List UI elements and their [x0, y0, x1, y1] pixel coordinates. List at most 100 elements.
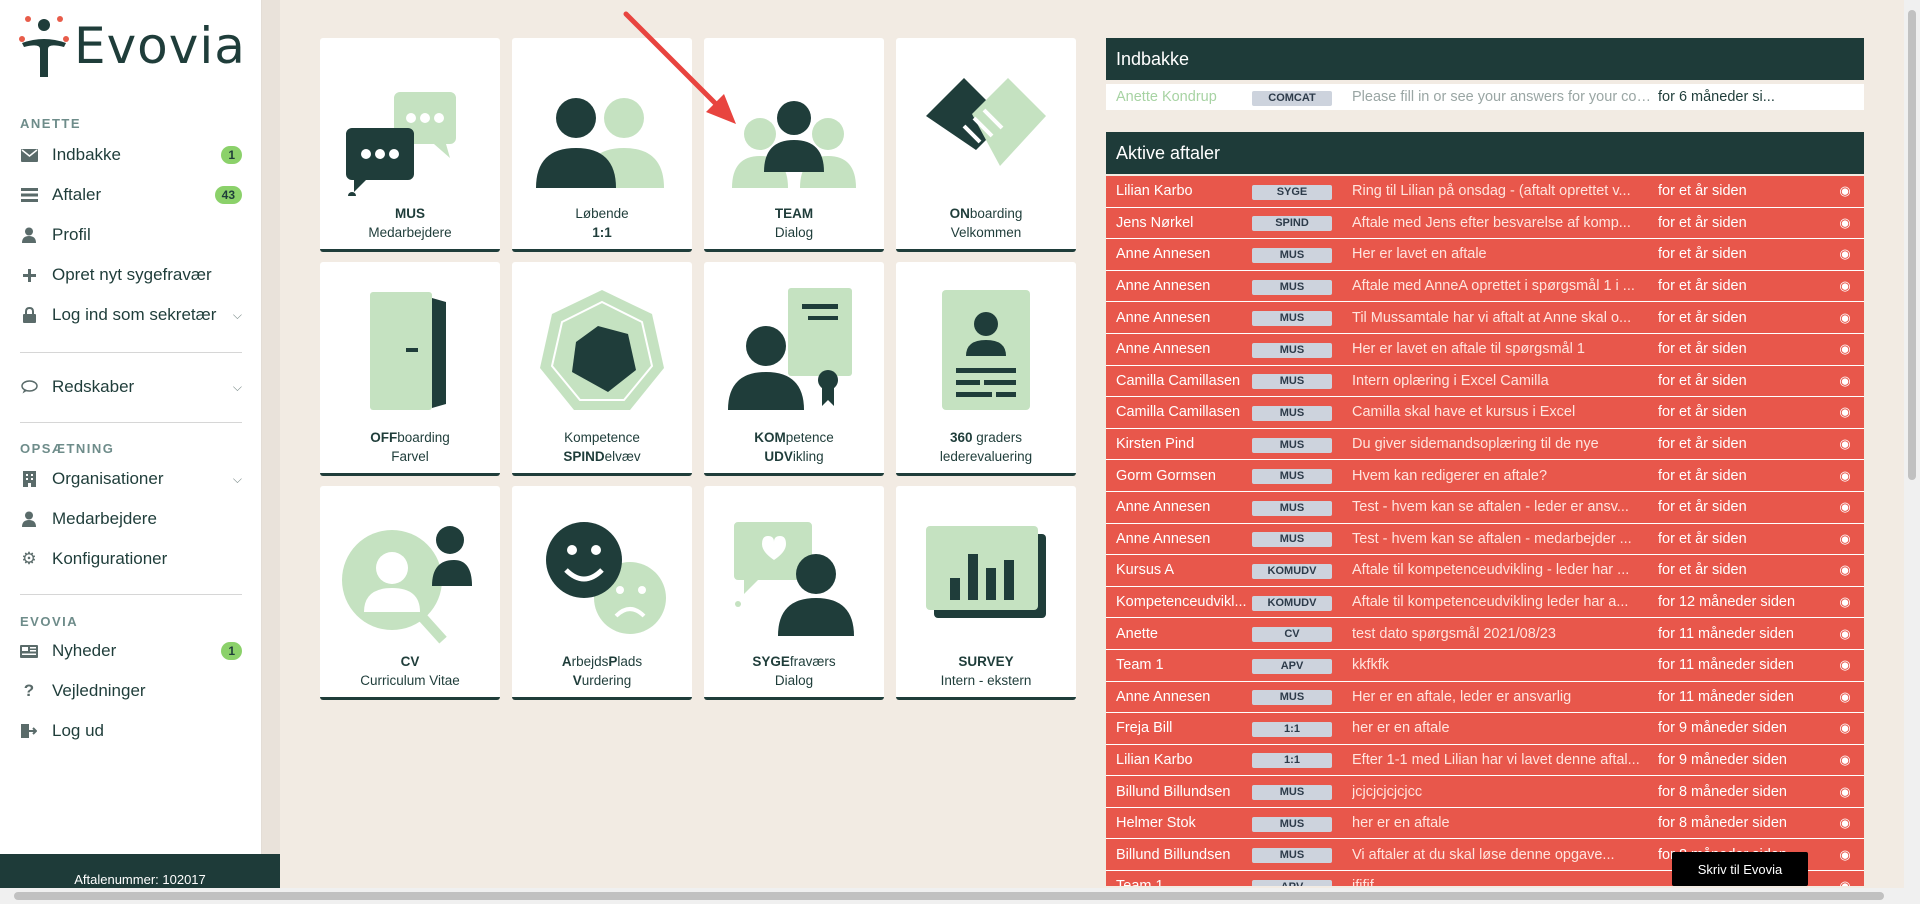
open-circle-icon[interactable]: ◉: [1834, 784, 1856, 800]
message-time: for 6 måneder si...: [1658, 89, 1775, 105]
agreement-row[interactable]: Camilla Camillasen MUS Intern oplæring i E…: [1106, 365, 1864, 398]
sidebar-item-vejledninger[interactable]: ? Vejledninger: [20, 676, 242, 706]
tile-360-evaluering[interactable]: 360 graders lederevaluering: [896, 262, 1076, 476]
agreement-row[interactable]: Camilla Camillasen MUS Camilla skal have e…: [1106, 397, 1864, 429]
door-icon: [370, 292, 446, 410]
agreement-person: Kirsten Pind: [1116, 436, 1195, 453]
agreement-row[interactable]: Team 1 APV kkfkfk for 11 måneder siden ◉: [1106, 649, 1864, 682]
logo[interactable]: Evovia: [18, 10, 246, 82]
vertical-scrollbar[interactable]: [1904, 0, 1920, 888]
agreement-row[interactable]: Jens Nørkel SPIND Aftale med Jens efter be…: [1106, 207, 1864, 240]
sidebar-item-medarbejdere[interactable]: Medarbejdere: [20, 504, 242, 534]
open-circle-icon[interactable]: ◉: [1834, 436, 1856, 452]
agreement-row[interactable]: Kirsten Pind MUS Du giver sidemandsoplærin…: [1106, 428, 1864, 461]
horizontal-scrollbar[interactable]: [0, 888, 1920, 904]
tile-title-rest: graders: [972, 430, 1023, 445]
section-heading-opsaetning: OPSÆTNING: [20, 441, 115, 456]
tile-apv[interactable]: ArbejdsPlads Vurdering: [512, 486, 692, 700]
agreement-person: Helmer Stok: [1116, 815, 1196, 832]
write-to-evovia-button[interactable]: Skriv til Evovia: [1672, 852, 1808, 886]
open-circle-icon[interactable]: ◉: [1834, 215, 1856, 231]
news-icon: [20, 642, 38, 660]
open-circle-icon[interactable]: ◉: [1834, 815, 1856, 831]
open-circle-icon[interactable]: ◉: [1834, 752, 1856, 768]
sidebar-item-label: Log ind som sekretær: [52, 305, 217, 324]
sidebar-item-indbakke[interactable]: Indbakke 1: [20, 140, 242, 170]
open-circle-icon[interactable]: ◉: [1834, 626, 1856, 642]
open-circle-icon[interactable]: ◉: [1834, 310, 1856, 326]
agreement-time: for 11 måneder siden: [1658, 625, 1794, 642]
agreement-row[interactable]: Anne Annesen MUS Aftale med AnneA oprettet…: [1106, 270, 1864, 303]
agreement-text: Aftale med AnneA oprettet i spørgsmål 1 …: [1352, 278, 1635, 295]
sidebar-item-label: Redskaber: [52, 377, 135, 396]
agreement-row[interactable]: Anne Annesen MUS Til Mussamtale har vi aft…: [1106, 302, 1864, 334]
agreement-row[interactable]: Anne Annesen MUS Her er en aftale, leder e…: [1106, 681, 1864, 714]
agreement-time: for et år siden: [1658, 246, 1747, 263]
tile-subtitle-rest: elvæv: [604, 449, 641, 464]
open-circle-icon[interactable]: ◉: [1834, 847, 1856, 863]
open-circle-icon[interactable]: ◉: [1834, 183, 1856, 199]
agreement-person: Jens Nørkel: [1116, 214, 1194, 231]
agreement-row[interactable]: Helmer Stok MUS her er en aftale for 8 måne…: [1106, 807, 1864, 840]
agreement-row[interactable]: Billund Billundsen MUS jcjcjcjcjcjcc for 8 …: [1106, 776, 1864, 808]
tile-offboarding[interactable]: OFFboarding Farvel: [320, 262, 500, 476]
agreement-text: ififif: [1352, 878, 1654, 886]
open-circle-icon[interactable]: ◉: [1834, 594, 1856, 610]
sidebar-item-konfigurationer[interactable]: ⚙ Konfigurationer: [20, 544, 242, 574]
active-agreements-header: Aktive aftaler: [1106, 132, 1864, 174]
agreement-person: Anne Annesen: [1116, 309, 1211, 326]
tile-survey[interactable]: SURVEY Intern - ekstern: [896, 486, 1076, 700]
agreement-text: Her er lavet en aftale til spørgsmål 1: [1352, 341, 1585, 358]
agreement-row[interactable]: Freja Bill 1:1 her er en aftale for 9 måned…: [1106, 713, 1864, 745]
agreement-row[interactable]: Lilian Karbo 1:1 Efter 1-1 med Lilian har …: [1106, 744, 1864, 777]
tile-cv[interactable]: CV Curriculum Vitae: [320, 486, 500, 700]
open-circle-icon[interactable]: ◉: [1834, 878, 1856, 886]
section-heading-anette: ANETTE: [20, 116, 81, 131]
sidebar-item-log-ud[interactable]: Log ud: [20, 716, 242, 746]
agreement-time: for et år siden: [1658, 341, 1747, 358]
agreement-row[interactable]: Gorm Gormsen MUS Hvem kan redigerer en aft…: [1106, 460, 1864, 492]
agreement-row[interactable]: Kursus A KOMUDV Aftale til kompetenceudvik…: [1106, 555, 1864, 587]
open-circle-icon[interactable]: ◉: [1834, 657, 1856, 673]
open-circle-icon[interactable]: ◉: [1834, 499, 1856, 515]
open-circle-icon[interactable]: ◉: [1834, 720, 1856, 736]
sidebar-item-label: Log ud: [52, 721, 104, 740]
evovia-logo-icon: [19, 16, 69, 77]
sidebar-item-opret-sygefravaer[interactable]: Opret nyt sygefravær: [20, 260, 242, 290]
agreement-row[interactable]: Kompetenceudvikl... KOMUDV Aftale til komp…: [1106, 586, 1864, 619]
agreement-row[interactable]: Anne Annesen MUS Her er lavet en aftale for…: [1106, 239, 1864, 271]
open-circle-icon[interactable]: ◉: [1834, 531, 1856, 547]
sidebar-item-redskaber[interactable]: Redskaber ⌵: [20, 372, 242, 402]
sidebar-item-organisationer[interactable]: Organisationer ⌵: [20, 464, 242, 494]
open-circle-icon[interactable]: ◉: [1834, 278, 1856, 294]
open-circle-icon[interactable]: ◉: [1834, 373, 1856, 389]
tile-onboarding[interactable]: ONboarding Velkommen: [896, 38, 1076, 252]
tile-kompetence-udvikling[interactable]: KOMpetence UDVikling: [704, 262, 884, 476]
open-circle-icon[interactable]: ◉: [1834, 689, 1856, 705]
agreement-row[interactable]: Lilian Karbo SYGE Ring til Lilian på onsda…: [1106, 176, 1864, 208]
open-circle-icon[interactable]: ◉: [1834, 341, 1856, 357]
open-circle-icon[interactable]: ◉: [1834, 246, 1856, 262]
open-circle-icon[interactable]: ◉: [1834, 404, 1856, 420]
agreement-row[interactable]: Anne Annesen MUS Test - hvem kan se aftale…: [1106, 491, 1864, 524]
unread-badge: 1: [221, 146, 242, 164]
agreement-row[interactable]: Anne Annesen MUS Test - hvem kan se aftale…: [1106, 523, 1864, 556]
agreement-time: for 9 måneder siden: [1658, 751, 1787, 768]
tile-kompetence-spind[interactable]: Kompetence SPINDelvæv: [512, 262, 692, 476]
agreement-text: Aftale til kompetenceudvikling leder har…: [1352, 594, 1629, 611]
agreement-row[interactable]: Anne Annesen MUS Her er lavet en aftale ti…: [1106, 333, 1864, 366]
dialog-bubbles-icon: [346, 92, 456, 196]
tile-mus[interactable]: MUS Medarbejdere: [320, 38, 500, 252]
inbox-message-row[interactable]: Anette Kondrup COMCAT Please fill in or …: [1106, 84, 1864, 110]
sidebar-item-log-ind-sekretaer[interactable]: Log ind som sekretær ⌵: [20, 300, 242, 330]
sidebar-item-aftaler[interactable]: Aftaler 43: [20, 180, 242, 210]
open-circle-icon[interactable]: ◉: [1834, 468, 1856, 484]
open-circle-icon[interactable]: ◉: [1834, 562, 1856, 578]
tile-sygefravaer[interactable]: SYGEfraværs Dialog: [704, 486, 884, 700]
tile-title: CV: [400, 654, 420, 669]
sidebar-item-nyheder[interactable]: Nyheder 1: [20, 636, 242, 666]
sidebar-item-profil[interactable]: Profil: [20, 220, 242, 250]
agreement-row[interactable]: Anette CV test dato spørgsmål 2021/08/23 fo…: [1106, 618, 1864, 650]
id-card-icon: [942, 290, 1030, 410]
spider-web-icon: [540, 290, 664, 410]
